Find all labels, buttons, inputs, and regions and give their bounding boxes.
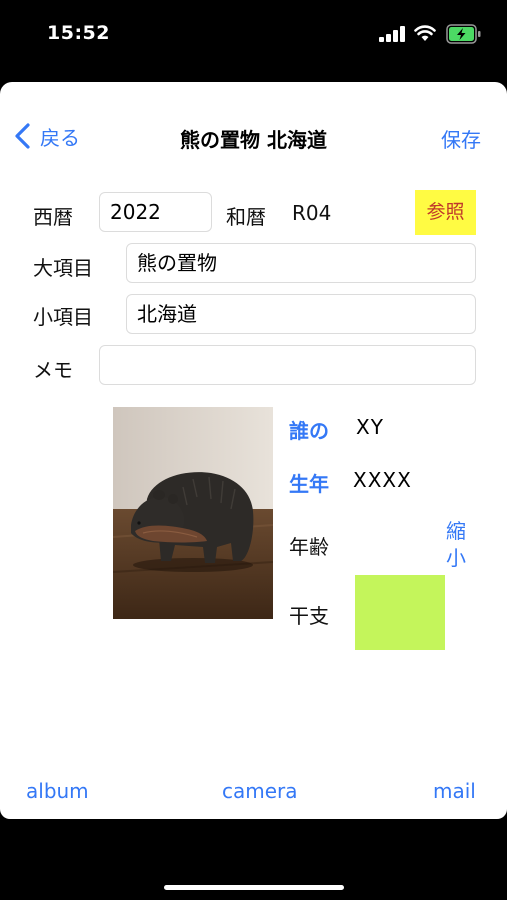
seireki-field[interactable]: 2022	[99, 192, 212, 232]
save-button[interactable]: 保存	[441, 124, 481, 153]
age-label: 年齢	[289, 535, 329, 559]
zodiac-label: 干支	[289, 604, 329, 628]
birth-year-value: XXXX	[353, 468, 412, 492]
zodiac-swatch[interactable]	[355, 575, 445, 650]
minor-item-field[interactable]: 北海道	[126, 294, 476, 334]
seireki-label: 西暦	[33, 205, 73, 229]
home-indicator[interactable]	[164, 885, 344, 890]
birth-year-label: 生年	[289, 472, 329, 496]
wareki-value: R04	[292, 201, 332, 225]
back-label: 戻る	[40, 125, 80, 150]
main-sheet: 戻る 熊の置物 北海道 保存 西暦 2022 和暦 R04 参照 大項目 熊の置…	[0, 82, 507, 819]
major-item-field[interactable]: 熊の置物	[126, 243, 476, 283]
item-photo[interactable]	[113, 407, 273, 619]
back-button[interactable]: 戻る	[12, 120, 80, 152]
cellular-signal-icon	[379, 26, 405, 42]
status-bar: 15:52	[0, 0, 507, 70]
wifi-icon	[414, 25, 436, 41]
who-label: 誰の	[289, 419, 329, 443]
minor-item-label: 小項目	[33, 305, 93, 329]
bear-figurine-image	[113, 407, 273, 619]
battery-charging-icon	[446, 24, 481, 44]
status-time: 15:52	[47, 22, 110, 44]
memo-label: メモ	[33, 358, 73, 382]
camera-button[interactable]: camera	[222, 779, 298, 803]
album-button[interactable]: album	[26, 779, 89, 803]
wareki-label: 和暦	[226, 205, 266, 229]
chevron-left-icon	[15, 123, 30, 149]
who-value: XY	[356, 415, 384, 439]
memo-field[interactable]	[99, 345, 476, 385]
reference-button[interactable]: 参照	[415, 190, 476, 235]
mail-button[interactable]: mail	[433, 779, 476, 803]
major-item-label: 大項目	[33, 256, 93, 280]
shrink-button[interactable]: 縮小	[439, 518, 473, 572]
